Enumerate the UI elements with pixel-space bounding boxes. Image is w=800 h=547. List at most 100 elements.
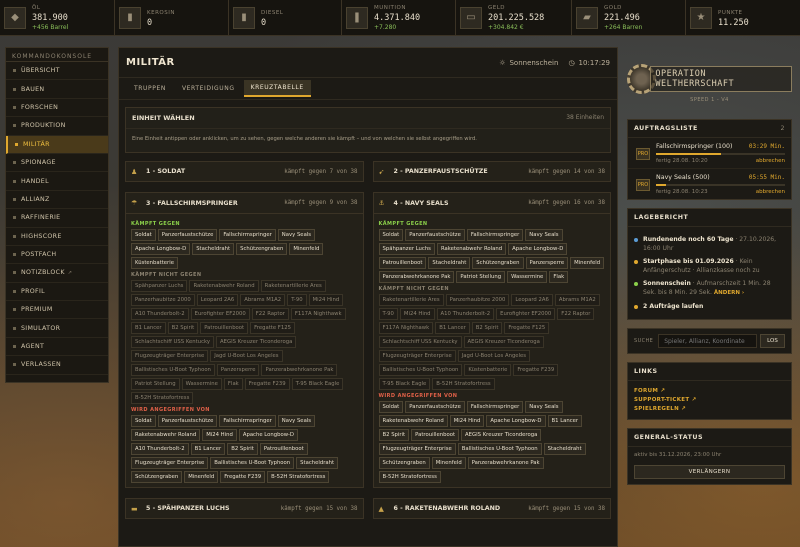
sidebar-item-raffinerie[interactable]: RAFFINERIE bbox=[6, 209, 108, 228]
unit-chip[interactable]: Soldat bbox=[378, 401, 404, 413]
unit-chip[interactable]: B2 Spirit bbox=[167, 322, 199, 334]
unit-chip[interactable]: Minenfeld bbox=[289, 243, 324, 255]
unit-chip[interactable]: Schlachtschiff USS Kentucky bbox=[131, 336, 214, 348]
sidebar-item-postfach[interactable]: POSTFACH bbox=[6, 246, 108, 265]
unit-chip[interactable]: Fallschirmspringer bbox=[219, 415, 276, 427]
unit-chip[interactable]: Raketenabwehr Roland bbox=[131, 429, 201, 441]
cancel-order-link[interactable]: abbrechen bbox=[756, 158, 785, 164]
unit-chip[interactable]: Mi24 Hind bbox=[399, 308, 435, 320]
unit-chip[interactable]: Abrams M1A2 bbox=[240, 294, 286, 306]
unit-chip[interactable]: Navy Seals bbox=[525, 401, 563, 413]
unit-chip[interactable]: Apache Longbow-D bbox=[131, 243, 191, 255]
unit-card-fallschirmspringer[interactable]: ☂ 3 - FALLSCHIRMSPRINGER kämpft gegen 9 vo… bbox=[125, 192, 364, 488]
unit-chip[interactable]: Minenfeld bbox=[184, 471, 219, 483]
unit-chip[interactable]: A10 Thunderbolt-2 bbox=[436, 308, 495, 320]
unit-chip[interactable]: Wassermine bbox=[507, 271, 548, 283]
sidebar-item-premium[interactable]: PREMIUM bbox=[6, 301, 108, 320]
unit-chip[interactable]: Schützengraben bbox=[236, 243, 288, 255]
tab-kreuztabelle[interactable]: KREUZTABELLE bbox=[243, 80, 311, 97]
unit-chip[interactable]: Schützengraben bbox=[472, 257, 524, 269]
unit-chip[interactable]: T-95 Black Eagle bbox=[291, 378, 344, 390]
unit-chip[interactable]: Soldat bbox=[131, 229, 156, 241]
unit-chip[interactable]: Mi24 Hind bbox=[449, 415, 485, 427]
unit-chip[interactable]: Apache Longbow-D bbox=[486, 415, 546, 427]
search-button[interactable]: LOS bbox=[760, 334, 785, 348]
unit-chip[interactable]: Flugzeugträger Enterprise bbox=[131, 457, 209, 469]
link-forum[interactable]: FORUM ↗ bbox=[634, 388, 785, 394]
sidebar-item-produktion[interactable]: PRODUKTION bbox=[6, 117, 108, 136]
unit-chip[interactable]: Panzerabwehrkanone Pak bbox=[261, 364, 338, 376]
unit-chip[interactable]: Navy Seals bbox=[277, 229, 316, 241]
unit-card-spaehpanzer[interactable]: ▬ 5 - SPÄHPANZER LUCHS kämpft gegen 15 von… bbox=[125, 498, 364, 519]
unit-chip[interactable]: A10 Thunderbolt-2 bbox=[131, 443, 189, 455]
unit-chip[interactable]: Fregatte F239 bbox=[220, 471, 266, 483]
unit-chip[interactable]: Panzerabwehrkanone Pak bbox=[378, 271, 455, 283]
unit-chip[interactable]: Ballistisches U-Boot Typhoon bbox=[210, 457, 295, 469]
unit-chip[interactable]: Panzerabwehrkanone Pak bbox=[467, 457, 544, 469]
unit-chip[interactable]: Minenfeld bbox=[570, 257, 605, 269]
unit-chip[interactable]: Mi24 Hind bbox=[308, 294, 344, 306]
unit-chip[interactable]: Panzersperre bbox=[216, 364, 260, 376]
sidebar-item-forschen[interactable]: FORSCHEN bbox=[6, 99, 108, 118]
unit-chip[interactable]: Küstenbatterie bbox=[464, 364, 512, 376]
sidebar-item-profil[interactable]: PROFIL bbox=[6, 283, 108, 302]
unit-chip[interactable]: Wassermine bbox=[181, 378, 222, 390]
extend-button[interactable]: VERLÄNGERN bbox=[634, 465, 785, 479]
unit-chip[interactable]: Flugzeugträger Enterprise bbox=[378, 443, 456, 455]
sidebar-item-uebersicht[interactable]: ÜBERSICHT bbox=[6, 62, 108, 81]
unit-card-panzerfaustschuetze[interactable]: ➹ 2 - PANZERFAUSTSCHÜTZE kämpft gegen 14 v… bbox=[372, 161, 611, 182]
unit-chip[interactable]: Panzerfaustschütze bbox=[405, 229, 465, 241]
unit-chip[interactable]: Flugzeugträger Enterprise bbox=[131, 350, 209, 362]
unit-chip[interactable]: Navy Seals bbox=[277, 415, 316, 427]
cancel-order-link[interactable]: abbrechen bbox=[756, 189, 785, 195]
unit-chip[interactable]: Jagd U-Boot Los Angeles bbox=[210, 350, 283, 362]
unit-chip[interactable]: Panzerfaustschütze bbox=[405, 401, 465, 413]
unit-chip[interactable]: Stacheldraht bbox=[296, 457, 339, 469]
unit-chip[interactable]: Jagd U-Boot Los Angeles bbox=[457, 350, 531, 362]
sidebar-item-militaer[interactable]: MILITÄR bbox=[6, 135, 108, 154]
unit-chip[interactable]: Patriot Stellung bbox=[456, 271, 506, 283]
unit-chip[interactable]: B-52H Stratofortress bbox=[378, 471, 441, 483]
unit-chip[interactable]: Panzerhaubitze 2000 bbox=[445, 294, 510, 306]
sidebar-item-spionage[interactable]: SPIONAGE bbox=[6, 154, 108, 173]
unit-chip[interactable]: AEGIS Kreuzer Ticonderoga bbox=[463, 336, 544, 348]
unit-chip[interactable]: T-90 bbox=[287, 294, 307, 306]
unit-chip[interactable]: T-95 Black Eagle bbox=[378, 378, 431, 390]
unit-chip[interactable]: Fallschirmspringer bbox=[466, 229, 524, 241]
unit-chip[interactable]: Schlachtschiff USS Kentucky bbox=[378, 336, 462, 348]
unit-chip[interactable]: F117A Nighthawk bbox=[290, 308, 346, 320]
unit-chip[interactable]: Flak bbox=[223, 378, 243, 390]
unit-chip[interactable]: Raketenartillerie Ares bbox=[378, 294, 444, 306]
unit-chip[interactable]: B1 Lancer bbox=[435, 322, 470, 334]
unit-chip[interactable]: Patriot Stellung bbox=[131, 378, 180, 390]
unit-chip[interactable]: Panzerhaubitze 2000 bbox=[131, 294, 195, 306]
unit-chip[interactable]: F22 Raptor bbox=[557, 308, 595, 320]
unit-chip[interactable]: Raketenabwehr Roland bbox=[189, 280, 259, 292]
unit-chip[interactable]: Mi24 Hind bbox=[202, 429, 237, 441]
unit-chip[interactable]: Stacheldraht bbox=[192, 243, 235, 255]
unit-chip[interactable]: Navy Seals bbox=[525, 229, 563, 241]
unit-chip[interactable]: Fregatte F125 bbox=[250, 322, 295, 334]
unit-chip[interactable]: Soldat bbox=[131, 415, 156, 427]
unit-chip[interactable]: Panzerfaustschütze bbox=[157, 415, 218, 427]
unit-chip[interactable]: Stacheldraht bbox=[428, 257, 471, 269]
unit-chip[interactable]: B1 Lancer bbox=[547, 415, 583, 427]
unit-chip[interactable]: Flak bbox=[549, 271, 569, 283]
link-spielregeln[interactable]: SPIELREGELN ↗ bbox=[634, 406, 785, 412]
tab-truppen[interactable]: TRUPPEN bbox=[127, 81, 173, 96]
unit-chip[interactable]: Patrouillenboot bbox=[259, 443, 308, 455]
sidebar-item-simulator[interactable]: SIMULATOR bbox=[6, 319, 108, 338]
unit-chip[interactable]: Fallschirmspringer bbox=[219, 229, 276, 241]
sidebar-item-highscore[interactable]: HIGHSCORE bbox=[6, 228, 108, 246]
sidebar-item-bauen[interactable]: BAUEN bbox=[6, 80, 108, 99]
unit-chip[interactable]: Abrams M1A2 bbox=[554, 294, 600, 306]
unit-chip[interactable]: Schützengraben bbox=[131, 471, 183, 483]
unit-chip[interactable]: Fallschirmspringer bbox=[466, 401, 524, 413]
unit-chip[interactable]: Ballistisches U-Boot Typhoon bbox=[378, 364, 463, 376]
sidebar-item-handel[interactable]: HANDEL bbox=[6, 172, 108, 191]
unit-chip[interactable]: T-90 bbox=[378, 308, 398, 320]
unit-chip[interactable]: B2 Spirit bbox=[471, 322, 503, 334]
unit-card-raketenabwehr[interactable]: ▲ 6 - RAKETENABWEHR ROLAND kämpft gegen 15… bbox=[372, 498, 611, 519]
sidebar-item-allianz[interactable]: ALLIANZ bbox=[6, 191, 108, 210]
unit-chip[interactable]: Spähpanzer Luchs bbox=[378, 243, 435, 255]
